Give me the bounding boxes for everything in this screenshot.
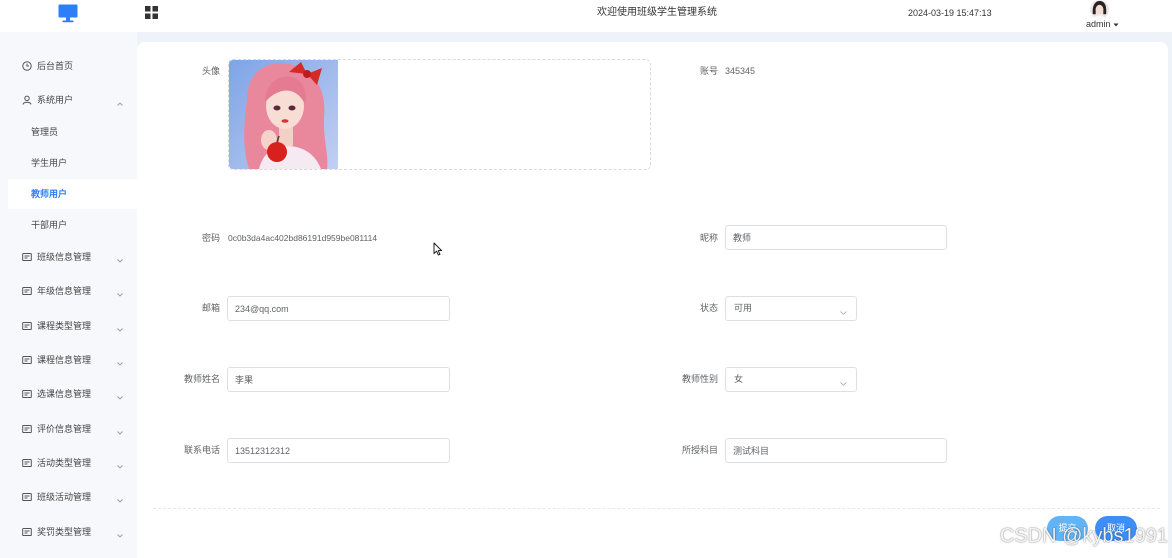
subject-field[interactable] xyxy=(725,438,947,463)
sidebar-item-label: 班级活动管理 xyxy=(37,492,92,502)
list-icon xyxy=(22,286,32,296)
sidebar-item-label: 年级信息管理 xyxy=(37,286,92,296)
list-icon xyxy=(22,527,32,537)
sidebar-item-label: 后台首页 xyxy=(37,61,74,71)
username: admin xyxy=(1086,19,1111,29)
password-value: 0c0b3da4ac402bd86191d959be081114 xyxy=(228,233,378,243)
sidebar-item-label: 系统用户 xyxy=(37,95,74,105)
user-menu[interactable]: admin xyxy=(1086,19,1119,30)
list-icon xyxy=(22,252,32,262)
sidebar-item-course-type[interactable]: 课程类型管理 xyxy=(8,311,137,341)
nickname-label: 昵称 xyxy=(699,233,718,243)
phone-field[interactable] xyxy=(227,438,450,463)
chevron-down-icon xyxy=(117,324,123,332)
sidebar-item-label: 课程类型管理 xyxy=(37,321,92,331)
avatar-upload[interactable] xyxy=(228,59,651,170)
status-selected-value: 可用 xyxy=(734,303,753,313)
sidebar-item-course-info[interactable]: 课程信息管理 xyxy=(8,345,137,375)
gender-select[interactable]: 女 xyxy=(725,367,857,392)
grid-icon[interactable] xyxy=(145,6,158,19)
sidebar-item-label: 活动类型管理 xyxy=(37,458,92,468)
nickname-field[interactable] xyxy=(725,225,947,250)
sidebar-item-admins[interactable]: 管理员 xyxy=(8,117,137,147)
list-icon xyxy=(22,321,32,331)
avatar-label: 头像 xyxy=(201,66,220,76)
chevron-down-icon xyxy=(117,289,123,297)
sidebar-item-class-activity[interactable]: 班级活动管理 xyxy=(8,482,137,512)
sidebar-item-system-users[interactable]: 系统用户 xyxy=(8,85,137,115)
email-label: 邮箱 xyxy=(201,303,220,313)
chevron-down-icon xyxy=(117,427,123,435)
avatar[interactable] xyxy=(1090,0,1109,19)
list-icon xyxy=(22,458,32,468)
gender-selected-value: 女 xyxy=(734,374,744,384)
sidebar-item-dashboard[interactable]: 后台首页 xyxy=(8,51,137,81)
sidebar-item-evaluation[interactable]: 评价信息管理 xyxy=(8,414,137,444)
sidebar-item-student-users[interactable]: 学生用户 xyxy=(8,148,137,178)
password-label: 密码 xyxy=(201,233,220,243)
chevron-down-icon xyxy=(117,461,123,469)
account-label: 账号 xyxy=(699,66,718,76)
app-title: 欢迎使用班级学生管理系统 xyxy=(597,7,717,18)
chevron-down-icon xyxy=(117,358,123,366)
list-icon xyxy=(22,389,32,399)
form-divider xyxy=(153,508,1160,509)
teacher-edit-form: 头像 账号 345345 密码 0c0b3da4ac402bd86191d959… xyxy=(137,42,1168,558)
user-icon xyxy=(22,95,32,105)
chevron-down-icon xyxy=(117,495,123,503)
sidebar-item-label: 学生用户 xyxy=(31,158,68,168)
sidebar-item-activity-type[interactable]: 活动类型管理 xyxy=(8,448,137,478)
account-value: 345345 xyxy=(725,66,756,76)
sidebar-item-class-info[interactable]: 班级信息管理 xyxy=(8,242,137,272)
chevron-up-icon xyxy=(117,98,123,106)
chevron-down-icon xyxy=(117,255,123,263)
list-icon xyxy=(22,424,32,434)
sidebar-item-label: 课程信息管理 xyxy=(37,355,92,365)
top-header: 欢迎使用班级学生管理系统 2024-03-19 15:47:13 admin xyxy=(0,0,1172,32)
sidebar-item-label: 教师用户 xyxy=(31,189,68,199)
sidebar: 后台首页 系统用户 管理员 学生用户 教师用户 干部用户 班级信息管理 年级信息… xyxy=(0,32,137,558)
clock-icon xyxy=(22,61,32,71)
status-select[interactable]: 可用 xyxy=(725,296,857,321)
gender-label: 教师性别 xyxy=(681,374,718,384)
sidebar-item-label: 评价信息管理 xyxy=(37,424,92,434)
sidebar-item-grade-info[interactable]: 年级信息管理 xyxy=(8,276,137,306)
mouse-cursor-icon xyxy=(433,242,443,256)
watermark: CSDN @kybs1991 xyxy=(999,525,1168,547)
sidebar-item-label: 管理员 xyxy=(31,127,59,137)
sidebar-item-label: 干部用户 xyxy=(31,220,68,230)
chevron-down-icon xyxy=(117,530,123,538)
sidebar-item-cadre-users[interactable]: 干部用户 xyxy=(8,210,137,240)
chevron-down-icon xyxy=(117,392,123,400)
sidebar-item-reward-type[interactable]: 奖罚类型管理 xyxy=(8,517,137,547)
chevron-down-icon xyxy=(840,378,847,386)
sidebar-item-label: 选课信息管理 xyxy=(37,389,92,399)
phone-label: 联系电话 xyxy=(183,445,220,455)
subject-label: 所授科目 xyxy=(681,445,718,455)
sidebar-item-label: 奖罚类型管理 xyxy=(37,527,92,537)
list-icon xyxy=(22,355,32,365)
teacher-name-label: 教师姓名 xyxy=(183,374,220,384)
avatar-image xyxy=(229,60,338,169)
email-field[interactable] xyxy=(227,296,450,321)
sidebar-item-label: 班级信息管理 xyxy=(37,252,92,262)
current-datetime: 2024-03-19 15:47:13 xyxy=(908,8,992,18)
sidebar-item-teacher-users[interactable]: 教师用户 xyxy=(8,179,137,209)
teacher-name-field[interactable] xyxy=(227,367,450,392)
caret-down-icon xyxy=(1113,23,1119,26)
status-label: 状态 xyxy=(699,303,718,313)
sidebar-item-course-selection[interactable]: 选课信息管理 xyxy=(8,379,137,409)
monitor-icon xyxy=(58,4,78,23)
list-icon xyxy=(22,492,32,502)
chevron-down-icon xyxy=(840,307,847,315)
